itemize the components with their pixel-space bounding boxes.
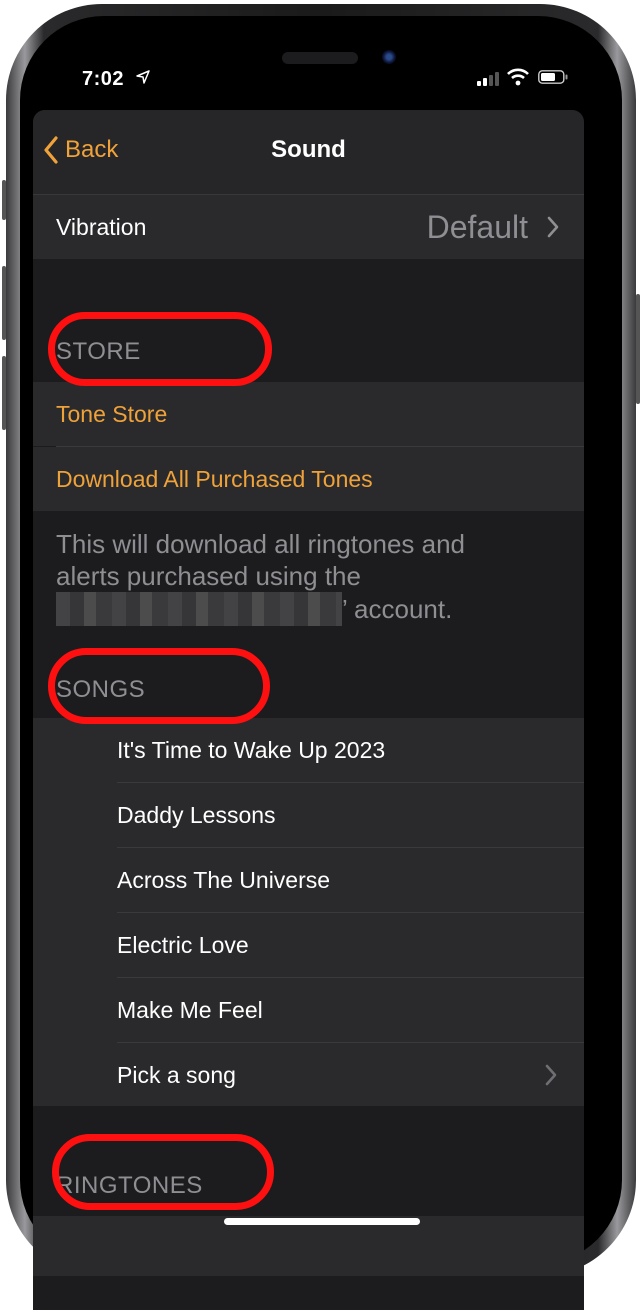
song-item[interactable]: It's Time to Wake Up 2023 <box>117 718 584 782</box>
chevron-right-icon <box>547 216 559 238</box>
page-title: Sound <box>271 136 346 163</box>
home-indicator[interactable] <box>224 1218 420 1225</box>
song-label: Daddy Lessons <box>117 801 276 828</box>
song-label: Pick a song <box>117 1061 236 1088</box>
vibration-label: Vibration <box>56 213 147 240</box>
song-item[interactable]: Electric Love <box>117 913 584 977</box>
footer-line-2: alerts purchased using the <box>56 561 361 591</box>
download-purchased-tones-row[interactable]: Download All Purchased Tones <box>33 447 584 511</box>
song-item[interactable]: Daddy Lessons <box>117 783 584 847</box>
vibration-row[interactable]: Vibration Default <box>33 194 584 259</box>
section-header-store: STORE <box>56 338 141 365</box>
footer-line-1: This will download all ringtones and <box>56 529 466 559</box>
download-purchased-tones-label: Download All Purchased Tones <box>56 465 373 492</box>
status-bar: 7:02 <box>20 16 622 106</box>
song-label: Across The Universe <box>117 866 331 893</box>
status-time: 7:02 <box>82 68 125 90</box>
location-arrow-icon <box>136 70 150 84</box>
ringtones-list-start <box>33 1216 584 1276</box>
tone-store-label: Tone Store <box>56 400 168 427</box>
tone-store-row[interactable]: Tone Store <box>33 382 584 446</box>
speaker-grille <box>282 52 358 64</box>
vibration-value: Default <box>426 208 528 245</box>
battery-icon <box>538 70 568 84</box>
section-header-songs: SONGS <box>56 676 146 703</box>
song-label: Make Me Feel <box>117 996 263 1023</box>
song-item[interactable]: Across The Universe <box>117 848 584 912</box>
navigation-bar: Back Sound <box>33 110 584 194</box>
mute-switch <box>2 180 6 220</box>
song-item[interactable]: Make Me Feel <box>117 978 584 1042</box>
songs-list: It's Time to Wake Up 2023 Daddy Lessons … <box>33 718 584 1106</box>
section-header-ringtones: RINGTONES <box>56 1172 203 1199</box>
song-label: Electric Love <box>117 931 249 958</box>
front-camera <box>382 50 396 64</box>
volume-up-button <box>2 266 6 340</box>
volume-down-button <box>2 356 6 430</box>
redacted-account-name <box>56 592 342 626</box>
pick-a-song-row[interactable]: Pick a song <box>117 1043 584 1107</box>
store-footer-text: This will download all ringtones and ale… <box>56 528 536 626</box>
footer-line-3: ’ account. <box>342 594 453 624</box>
side-button <box>636 294 640 404</box>
sound-settings-sheet: Back Sound Vibration Default STORE Tone … <box>33 110 584 1310</box>
cellular-signal-icon <box>477 72 499 86</box>
wifi-icon <box>507 68 529 86</box>
song-label: It's Time to Wake Up 2023 <box>117 736 386 763</box>
chevron-right-icon <box>545 1064 557 1086</box>
